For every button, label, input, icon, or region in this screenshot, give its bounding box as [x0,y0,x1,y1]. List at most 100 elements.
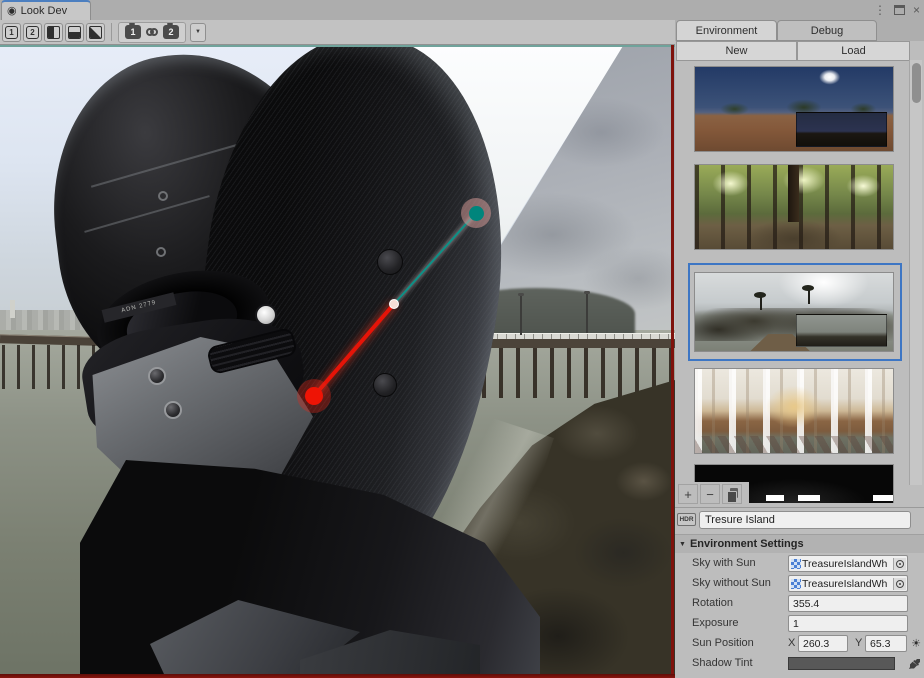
split-view-button[interactable] [65,23,84,42]
divider [675,507,924,508]
sky-without-sun-value: TreasureIslandWh [802,578,887,590]
split-vertical-icon [47,26,60,39]
toolbar-separator [111,23,112,41]
tab-environment[interactable]: Environment [676,20,777,41]
rotation-label: Rotation [692,597,733,609]
environment-name-row: HDR Tresure Island [675,510,924,532]
sky-without-sun-row: Sky without Sun TreasureIslandWh [675,574,924,594]
tab-look-dev-label: Look Dev [21,5,67,17]
palm-tree [808,290,810,304]
sun-position-row: Sun Position X 260.3 Y 65.3 ☀ [675,634,924,654]
rotation-field[interactable]: 355.4 [788,595,908,612]
dome-bolt [377,249,403,275]
studio-light [766,495,784,500]
shadow-tint-row: Shadow Tint [675,654,924,674]
eye-icon: ◉ [7,6,17,17]
panel-tabs: Environment Debug [675,20,924,41]
environment-panel: Environment Debug New Load [675,20,924,678]
camera-1-icon[interactable]: 1 [125,25,141,39]
sky-with-sun-label: Sky with Sun [692,557,756,569]
helmet-rivet [158,191,168,201]
sun-gizmo-mid-handle[interactable] [389,299,399,309]
thumbnail-inset [796,112,887,147]
env-list-footer: + − [675,482,749,506]
window-menu-icon[interactable]: ⋮ [874,4,886,16]
title-bar: ◉ Look Dev ⋮ × [0,0,924,20]
split-diagonal-icon [89,26,102,39]
texture-icon [791,579,801,589]
sun-gizmo-origin-handle[interactable] [305,387,323,405]
chevron-down-icon: ▼ [195,29,201,35]
window-controls: ⋮ × [874,0,920,20]
sun-x-field[interactable]: 260.3 [798,635,848,652]
tab-debug[interactable]: Debug [777,20,877,41]
camera-dropdown-button[interactable]: ▼ [190,23,206,42]
sky-with-sun-field[interactable]: TreasureIslandWh [788,555,908,572]
single-view-2-button[interactable]: 2 [23,23,42,42]
environment-name-field[interactable]: Tresure Island [699,511,911,529]
thumbnail-inset [796,314,887,347]
exposure-label: Exposure [692,617,738,629]
hdr-badge: HDR [677,513,696,526]
env-thumbnail-forest[interactable] [694,164,894,250]
side-by-side-view-button[interactable] [44,23,63,42]
close-icon[interactable]: × [913,4,920,16]
scrollbar-thumb[interactable] [912,63,921,103]
sky-with-sun-value: TreasureIslandWh [802,558,887,570]
foldout-arrow-icon: ▼ [679,541,686,548]
env-thumbnail-night-field[interactable] [694,66,894,152]
jaw-bolt [164,401,182,419]
exposure-field[interactable]: 1 [788,615,908,632]
dome-bolt [373,373,397,397]
load-button[interactable]: Load [797,41,910,61]
panel-actions: New Load [675,41,924,61]
tab-look-dev[interactable]: ◉ Look Dev [1,0,91,20]
studio-light [798,495,820,500]
church-floor [695,436,893,453]
sun-icon[interactable]: ☀ [909,635,923,652]
lamp-post [520,295,522,335]
lookdev-window: ◉ Look Dev ⋮ × 1 2 1 2 [0,0,924,678]
sky-without-sun-label: Sky without Sun [692,577,771,589]
object-picker-icon[interactable] [893,578,906,590]
duplicate-icon [727,488,738,501]
single-view-1-button[interactable]: 1 [2,23,21,42]
sun-position-label: Sun Position [692,637,754,649]
viewport-bottom-border [0,674,675,678]
environment-settings-title: Environment Settings [690,538,804,550]
sky-without-sun-field[interactable]: TreasureIslandWh [788,575,908,592]
env-list-scrollbar[interactable] [909,60,922,485]
sun-y-label: Y [855,637,862,649]
duplicate-environment-button[interactable] [722,484,742,504]
eyedropper-icon[interactable] [907,656,923,672]
maximize-icon[interactable] [894,5,905,15]
viewport-right-border [671,45,674,678]
camera-sync-group: 1 2 [118,22,186,43]
texture-icon [791,559,801,569]
viewport-top-border [0,45,675,47]
camera-2-icon[interactable]: 2 [163,25,179,39]
palm-tree [754,292,766,298]
helmet-rivet [156,247,166,257]
env-thumbnail-church[interactable] [694,368,894,454]
view-1-icon: 1 [5,26,18,39]
environment-settings-header[interactable]: ▼ Environment Settings [675,534,924,553]
sun-y-field[interactable]: 65.3 [865,635,907,652]
city-tower [10,300,15,318]
lookdev-viewport[interactable]: ADN 2779 [0,45,675,678]
add-environment-button[interactable]: + [678,484,698,504]
palm-tree [802,285,814,291]
split-horizontal-icon [68,26,81,39]
sun-gizmo-sun-handle[interactable] [469,206,484,221]
sky-with-sun-row: Sky with Sun TreasureIslandWh [675,554,924,574]
lookdev-toolbar: 1 2 1 2 ▼ [0,20,675,45]
object-picker-icon[interactable] [893,558,906,570]
remove-environment-button[interactable]: − [700,484,720,504]
zone-view-button[interactable] [86,23,105,42]
exposure-row: Exposure 1 [675,614,924,634]
shadow-tint-swatch[interactable] [788,657,895,670]
link-cameras-icon[interactable] [146,28,158,36]
env-thumbnail-treasure-island[interactable] [694,272,894,352]
new-button[interactable]: New [676,41,797,61]
studio-light [873,495,893,500]
